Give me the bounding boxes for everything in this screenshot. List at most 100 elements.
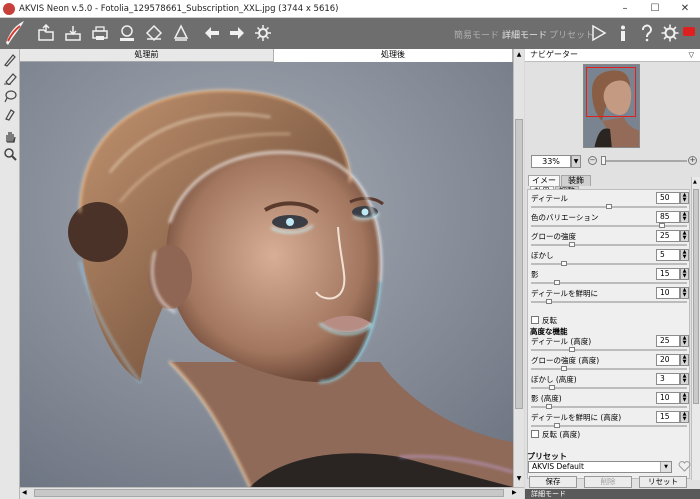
smudge-tool-icon[interactable]: [3, 107, 17, 121]
tab-after[interactable]: 処理後: [274, 49, 513, 62]
param-spinner-icon[interactable]: ▲ ▼: [680, 249, 689, 261]
zoom-field[interactable]: 33%: [531, 155, 571, 168]
param-slider-knob[interactable]: [568, 347, 575, 352]
param-value-field[interactable]: 3: [656, 373, 680, 385]
batch-icon[interactable]: [145, 24, 163, 42]
param-spinner-icon[interactable]: ▲ ▼: [680, 192, 689, 204]
invert-checkbox[interactable]: [531, 316, 539, 324]
zoom-in-icon[interactable]: +: [688, 156, 697, 165]
navigator-view-rect[interactable]: [586, 67, 636, 117]
horizontal-scroll-thumb[interactable]: [34, 489, 504, 497]
help-icon[interactable]: [638, 24, 656, 42]
param-slider-knob[interactable]: [546, 299, 552, 304]
favorite-heart-icon[interactable]: [678, 460, 691, 473]
preset-dropdown-icon[interactable]: ▼: [660, 462, 671, 472]
param-slider-knob[interactable]: [561, 261, 567, 266]
hand-tool-icon[interactable]: [3, 129, 17, 143]
print-icon[interactable]: [91, 24, 109, 42]
image-canvas[interactable]: [20, 62, 513, 487]
zoom-out-icon[interactable]: −: [588, 156, 597, 165]
param-value-field[interactable]: 25: [656, 230, 680, 242]
param-spinner-icon[interactable]: ▲ ▼: [680, 354, 689, 366]
param-value-field[interactable]: 20: [656, 354, 680, 366]
param-spinner-icon[interactable]: ▲ ▼: [680, 335, 689, 347]
delete-preset-button[interactable]: 削除: [584, 476, 632, 488]
param-slider-knob[interactable]: [546, 404, 552, 409]
param-value-field[interactable]: 25: [656, 335, 680, 347]
zoom-dropdown-icon[interactable]: ▼: [571, 155, 581, 168]
param-value-field[interactable]: 10: [656, 287, 680, 299]
tab-image[interactable]: イメージ: [528, 175, 560, 195]
param-slider-track[interactable]: [531, 263, 687, 265]
tab-decoration[interactable]: 装飾: [561, 175, 591, 186]
eraser-tool-icon[interactable]: [3, 71, 17, 86]
param-spinner-icon[interactable]: ▲ ▼: [680, 411, 689, 423]
akvis-logo-icon: [2, 19, 26, 47]
advanced-mode-button[interactable]: 詳細モード: [502, 28, 547, 41]
param-slider-knob[interactable]: [568, 242, 575, 247]
share-icon[interactable]: [118, 24, 136, 42]
brush-tool-icon[interactable]: [3, 53, 17, 67]
param-slider-track[interactable]: [531, 349, 687, 351]
minimize-button[interactable]: –: [610, 0, 640, 18]
tab-before[interactable]: 処理前: [20, 49, 274, 62]
param-slider-track[interactable]: [531, 368, 687, 370]
back-icon[interactable]: [203, 24, 221, 42]
preset-select[interactable]: AKVIS Default: [528, 461, 672, 473]
save-preset-button[interactable]: 保存: [529, 476, 577, 488]
navigator-preview[interactable]: [583, 64, 640, 148]
param-slider-track[interactable]: [531, 244, 687, 246]
panel-scroll-up-icon[interactable]: ▲: [693, 179, 697, 185]
param-value-field[interactable]: 10: [656, 392, 680, 404]
title-bar: AKVIS Neon v.5.0 - Fotolia_129578661_Sub…: [0, 0, 700, 18]
vertical-scroll-thumb[interactable]: [515, 119, 523, 409]
plugin-icon[interactable]: [172, 24, 190, 42]
horizontal-scrollbar[interactable]: ◀ ▶: [20, 487, 524, 499]
param-slider-track[interactable]: [531, 406, 687, 408]
preferences-gear-icon[interactable]: [661, 24, 679, 42]
param-slider-knob[interactable]: [553, 280, 560, 285]
feedback-icon[interactable]: [683, 26, 695, 38]
maximize-button[interactable]: ☐: [640, 0, 670, 18]
scroll-down-icon[interactable]: ▼: [515, 475, 523, 483]
zoom-tool-icon[interactable]: [3, 147, 17, 161]
panel-scroll-thumb[interactable]: [693, 189, 699, 404]
info-icon[interactable]: [614, 24, 632, 42]
param-slider-knob[interactable]: [658, 223, 665, 228]
reset-preset-button[interactable]: リセット: [639, 476, 687, 488]
preset-mode-button[interactable]: プリセット: [549, 28, 594, 41]
zoom-slider-track[interactable]: [601, 160, 687, 162]
open-icon[interactable]: [37, 23, 55, 42]
run-play-icon[interactable]: [589, 24, 607, 42]
param-spinner-icon[interactable]: ▲ ▼: [680, 373, 689, 385]
param-value-field[interactable]: 15: [656, 411, 680, 423]
lasso-tool-icon[interactable]: [3, 89, 17, 103]
settings-gear-icon[interactable]: [254, 24, 272, 42]
collapse-icon[interactable]: ▽: [689, 49, 694, 61]
panel-scrollbar[interactable]: ▲: [691, 177, 700, 480]
param-spinner-icon[interactable]: ▲ ▼: [680, 211, 689, 223]
param-value-field[interactable]: 85: [656, 211, 680, 223]
zoom-slider-knob[interactable]: [601, 156, 606, 165]
param-value-field[interactable]: 5: [656, 249, 680, 261]
vertical-scrollbar[interactable]: ▲ ▼: [513, 49, 524, 487]
save-icon[interactable]: [64, 24, 82, 42]
param-spinner-icon[interactable]: ▲ ▼: [680, 287, 689, 299]
param-spinner-icon[interactable]: ▲ ▼: [680, 230, 689, 242]
close-window-button[interactable]: ✕: [670, 0, 700, 18]
scroll-up-icon[interactable]: ▲: [515, 51, 523, 59]
invert-advanced-checkbox[interactable]: [531, 430, 539, 438]
param-slider-knob[interactable]: [553, 423, 560, 428]
param-slider-knob[interactable]: [549, 385, 555, 390]
scroll-right-icon[interactable]: ▶: [512, 489, 520, 498]
param-spinner-icon[interactable]: ▲ ▼: [680, 392, 689, 404]
param-slider-knob[interactable]: [606, 204, 612, 209]
forward-icon[interactable]: [228, 24, 246, 42]
scroll-left-icon[interactable]: ◀: [22, 489, 30, 498]
param-spinner-icon[interactable]: ▲ ▼: [680, 268, 689, 280]
express-mode-button[interactable]: 簡易モード: [454, 28, 499, 41]
param-value-field[interactable]: 50: [656, 192, 680, 204]
param-value-field[interactable]: 15: [656, 268, 680, 280]
param-slider-knob[interactable]: [561, 366, 567, 371]
param-slider-track[interactable]: [531, 301, 687, 303]
